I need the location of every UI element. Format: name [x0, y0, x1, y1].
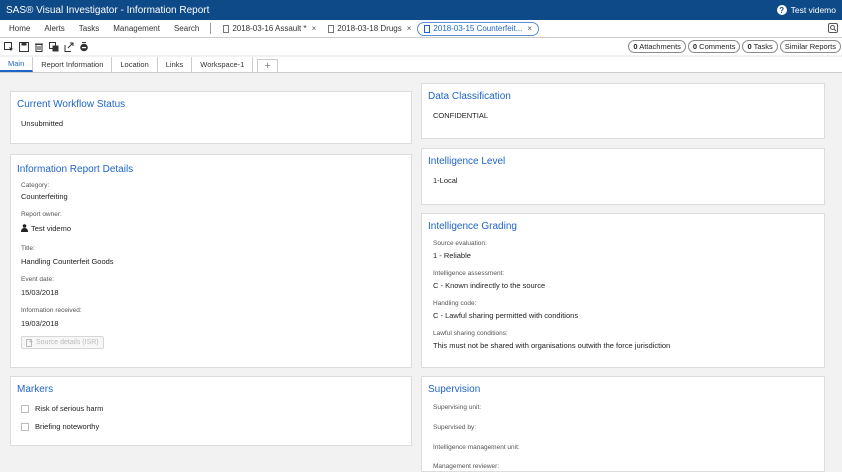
main-content: Current Workflow Status Unsubmitted Info…	[0, 74, 842, 472]
menu-management[interactable]: Management	[106, 24, 167, 33]
intelligence-assessment-label: Intelligence assessment:	[433, 270, 505, 277]
panel-title: Markers	[17, 384, 54, 395]
information-received-label: Information received:	[21, 307, 82, 314]
menu-tasks[interactable]: Tasks	[72, 24, 106, 33]
source-details-button[interactable]: Source details (ISR)	[21, 336, 104, 349]
tab-location[interactable]: Location	[112, 57, 158, 72]
add-tab-icon[interactable]: +	[257, 59, 278, 72]
handling-code-label: Handling code:	[433, 300, 477, 307]
category-label: Category:	[21, 182, 50, 189]
doc-tab-label: 2018-03-15 Counterfeit...	[433, 24, 523, 33]
title-bar: SAS® Visual Investigator - Information R…	[0, 0, 842, 20]
workflow-status-panel: Current Workflow Status Unsubmitted	[10, 91, 412, 144]
panel-title: Current Workflow Status	[17, 99, 126, 110]
share-icon[interactable]	[62, 40, 75, 53]
menu-bar: Home Alerts Tasks Management Search 2018…	[0, 20, 842, 38]
tab-links[interactable]: Links	[157, 57, 193, 72]
user-icon	[21, 224, 28, 232]
attachments-button[interactable]: 0 Attachments	[628, 40, 686, 53]
report-owner-label: Report owner:	[21, 211, 62, 218]
doc-tab-label: 2018-03-18 Drugs	[337, 24, 402, 33]
doc-tab-assault[interactable]: 2018-03-16 Assault * ×	[217, 22, 322, 36]
panel-title: Information Report Details	[17, 164, 134, 175]
supervision-panel: Supervision Supervising unit: Supervised…	[421, 376, 825, 472]
menu-search[interactable]: Search	[167, 24, 206, 33]
search-icon[interactable]	[828, 23, 838, 33]
menu-home[interactable]: Home	[2, 24, 37, 33]
source-evaluation-label: Source evaluation:	[433, 240, 487, 247]
panel-title: Data Classification	[428, 91, 511, 102]
document-icon	[223, 24, 230, 33]
intelligence-level-panel: Intelligence Level 1-Local	[421, 148, 825, 205]
handling-code-value: C - Lawful sharing permitted with condit…	[433, 311, 579, 320]
close-icon[interactable]: ×	[527, 24, 532, 33]
select-icon[interactable]	[2, 40, 15, 53]
copy-icon[interactable]	[47, 40, 60, 53]
report-counters: 0 Attachments 0 Comments 0 Tasks Similar…	[628, 40, 841, 53]
lawful-sharing-conditions-value: This must not be shared with organisatio…	[433, 341, 671, 350]
checkbox[interactable]	[21, 404, 29, 413]
user-menu[interactable]: ? Test videmo	[776, 5, 836, 15]
workflow-status-value: Unsubmitted	[21, 119, 64, 128]
intelligence-assessment-value: C - Known indirectly to the source	[433, 281, 546, 290]
intelligence-level-value: 1-Local	[433, 176, 458, 185]
help-icon[interactable]: ?	[776, 5, 787, 15]
tab-workspace-1[interactable]: Workspace-1	[192, 57, 254, 72]
add-document-icon	[26, 338, 33, 347]
report-owner-value: Test videmo	[21, 224, 71, 233]
lawful-sharing-conditions-label: Lawful sharing conditions:	[433, 330, 508, 337]
page-scrollbar[interactable]	[836, 74, 842, 472]
marker-briefing-noteworthy[interactable]: Briefing noteworthy	[21, 422, 99, 431]
supervised-by-label: Supervised by:	[433, 424, 476, 431]
category-value: Counterfeiting	[21, 192, 68, 201]
panel-title: Supervision	[428, 384, 481, 395]
checkbox[interactable]	[21, 422, 29, 431]
similar-reports-button[interactable]: Similar Reports	[779, 40, 841, 53]
event-date-label: Event date:	[21, 276, 54, 283]
section-tabs: Main Report Information Location Links W…	[0, 57, 842, 73]
panel-title: Intelligence Level	[428, 156, 506, 167]
panel-title: Intelligence Grading	[428, 221, 517, 232]
marker-risk-of-serious-harm[interactable]: Risk of serious harm	[21, 404, 103, 413]
tasks-button[interactable]: 0 Tasks	[742, 40, 778, 53]
document-icon	[424, 24, 431, 33]
menu-divider	[210, 23, 212, 34]
delete-icon[interactable]	[32, 40, 45, 53]
report-details-panel: Information Report Details Category: Cou…	[10, 154, 412, 368]
intelligence-grading-panel: Intelligence Grading Source evaluation: …	[421, 213, 825, 368]
comments-button[interactable]: 0 Comments	[687, 40, 741, 53]
supervising-unit-label: Supervising unit:	[433, 404, 482, 411]
classification-value: CONFIDENTIAL	[433, 111, 489, 120]
user-name: Test videmo	[790, 5, 836, 15]
title-value: Handling Counterfeit Goods	[21, 257, 114, 266]
close-icon[interactable]: ×	[312, 24, 317, 33]
title-label: Title:	[21, 245, 35, 252]
tab-main[interactable]: Main	[0, 57, 34, 72]
close-icon[interactable]: ×	[407, 24, 412, 33]
remove-icon[interactable]	[77, 40, 90, 53]
event-date-value: 15/03/2018	[21, 288, 59, 297]
information-received-value: 19/03/2018	[21, 319, 59, 328]
management-reviewer-label: Management reviewer:	[433, 463, 500, 470]
doc-tab-label: 2018-03-16 Assault *	[232, 24, 307, 33]
tab-report-information[interactable]: Report Information	[33, 57, 113, 72]
source-evaluation-value: 1 - Reliable	[433, 251, 471, 260]
app-title: SAS® Visual Investigator - Information R…	[6, 4, 210, 16]
markers-panel: Markers Risk of serious harm Briefing no…	[10, 376, 412, 446]
menu-alerts[interactable]: Alerts	[37, 24, 71, 33]
save-icon[interactable]	[17, 40, 30, 53]
intelligence-management-unit-label: Intelligence management unit:	[433, 444, 520, 451]
doc-tab-drugs[interactable]: 2018-03-18 Drugs ×	[322, 22, 417, 36]
doc-tab-counterfeit[interactable]: 2018-03-15 Counterfeit... ×	[417, 21, 540, 36]
document-icon	[328, 24, 335, 33]
data-classification-panel: Data Classification CONFIDENTIAL	[421, 83, 825, 139]
